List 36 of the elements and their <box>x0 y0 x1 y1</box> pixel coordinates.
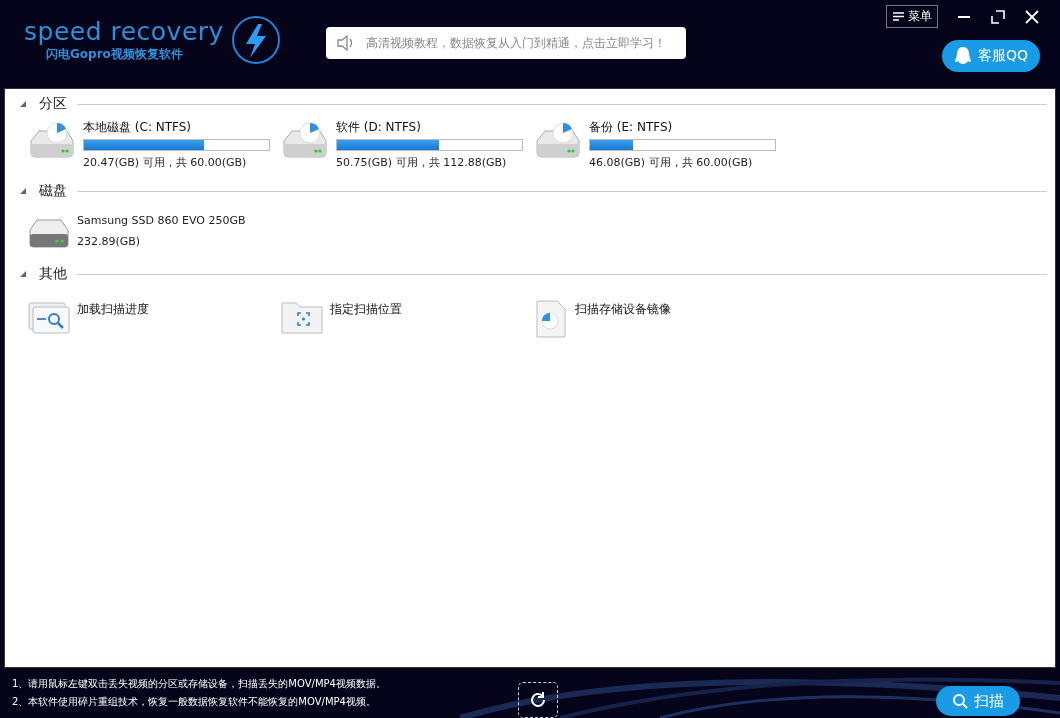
file-icon[interactable] <box>533 299 569 339</box>
drive-icon[interactable] <box>533 119 583 161</box>
maximize-icon[interactable] <box>990 8 1006 25</box>
section-title: 其他 <box>39 265 67 283</box>
partition-space: 50.75(GB) 可用，共 112.88(GB) <box>336 155 508 171</box>
partition-space: 20.47(GB) 可用，共 60.00(GB) <box>83 155 248 171</box>
section-title: 磁盘 <box>39 182 67 200</box>
menu-button[interactable]: 菜单 <box>886 5 938 28</box>
refresh-button[interactable] <box>517 682 558 718</box>
tip-text: 1、请用鼠标左键双击丢失视频的分区或存储设备，扫描丢失的MOV/MP4视频数据。 <box>12 677 386 691</box>
drive-icon[interactable] <box>280 119 330 161</box>
partition-name: 备份 (E: NTFS) <box>589 119 674 136</box>
folder-icon[interactable] <box>280 299 324 335</box>
app-subtitle: 闪电Gopro视频恢复软件 <box>46 46 184 63</box>
partition-name: 软件 (D: NTFS) <box>336 119 422 136</box>
partition-space: 46.08(GB) 可用，共 60.00(GB) <box>589 155 754 171</box>
tip-text: 2、本软件使用碎片重组技术，恢复一般数据恢复软件不能恢复的MOV/MP4视频。 <box>12 695 377 709</box>
search-icon <box>952 693 968 709</box>
close-icon[interactable] <box>1024 8 1040 25</box>
logo-text: speed recovery <box>24 17 224 46</box>
menu-icon <box>892 11 905 22</box>
partition-name: 本地磁盘 (C: NTFS) <box>83 119 193 136</box>
notice-text: 高清视频教程，数据恢复从入门到精通，点击立即学习！ <box>365 34 666 52</box>
collapse-arrow-icon[interactable] <box>19 100 27 108</box>
drive-icon[interactable] <box>27 119 77 161</box>
search-icon[interactable] <box>27 299 71 335</box>
disk-name: Samsung SSD 860 EVO 250GB <box>77 213 246 229</box>
notice-bar[interactable]: 高清视频教程，数据恢复从入门到精通，点击立即学习！ <box>325 27 686 59</box>
section-title: 分区 <box>39 95 67 113</box>
disk-size: 232.89(GB) <box>77 234 142 250</box>
option-label[interactable]: 加载扫描进度 <box>77 301 149 318</box>
collapse-arrow-icon[interactable] <box>19 270 27 278</box>
option-label[interactable]: 扫描存储设备镜像 <box>575 301 671 318</box>
option-label[interactable]: 指定扫描位置 <box>330 301 402 318</box>
collapse-arrow-icon[interactable] <box>19 187 27 195</box>
penguin-icon <box>953 46 972 66</box>
